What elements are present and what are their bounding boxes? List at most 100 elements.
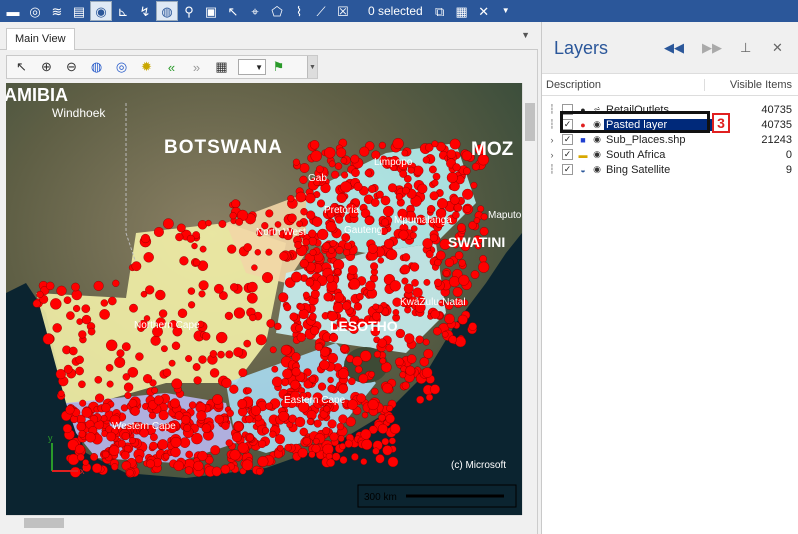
retail-point-marker[interactable] (122, 373, 131, 381)
retail-point-marker[interactable] (106, 431, 116, 442)
retail-point-marker[interactable] (473, 217, 481, 224)
retail-point-marker[interactable] (179, 256, 189, 266)
retail-point-marker[interactable] (130, 406, 140, 416)
retail-point-marker[interactable] (351, 168, 360, 177)
retail-point-marker[interactable] (75, 355, 84, 364)
retail-point-marker[interactable] (254, 249, 262, 256)
retail-point-marker[interactable] (229, 449, 241, 461)
retail-point-marker[interactable] (470, 270, 480, 279)
retail-point-marker[interactable] (317, 382, 327, 391)
layer-visibility-checkbox[interactable]: ✓ (562, 134, 573, 145)
retail-point-marker[interactable] (392, 137, 404, 150)
line-select-icon[interactable]: ⟋ (310, 1, 332, 21)
retail-point-marker[interactable] (478, 261, 490, 273)
retail-point-marker[interactable] (247, 281, 258, 293)
map-vertical-scrollbar[interactable] (522, 83, 536, 515)
retail-point-marker[interactable] (233, 307, 246, 319)
retail-point-marker[interactable] (378, 413, 386, 422)
retail-point-marker[interactable] (158, 410, 169, 421)
retail-point-marker[interactable] (299, 259, 309, 269)
retail-point-marker[interactable] (221, 421, 230, 430)
retail-point-marker[interactable] (409, 231, 417, 239)
retail-point-marker[interactable] (170, 436, 182, 448)
retail-point-marker[interactable] (455, 336, 467, 348)
retail-point-marker[interactable] (322, 426, 331, 435)
retail-point-marker[interactable] (446, 149, 457, 159)
retail-point-marker[interactable] (229, 212, 237, 220)
retail-point-marker[interactable] (274, 434, 285, 445)
retail-point-marker[interactable] (378, 141, 387, 150)
retail-point-marker[interactable] (449, 276, 461, 288)
retail-point-marker[interactable] (274, 322, 282, 331)
retail-point-marker[interactable] (72, 304, 81, 313)
retail-point-marker[interactable] (71, 282, 80, 292)
retail-point-marker[interactable] (348, 278, 361, 290)
retail-point-marker[interactable] (150, 335, 161, 346)
retail-point-marker[interactable] (282, 368, 293, 379)
retail-point-marker[interactable] (327, 352, 338, 364)
retail-point-marker[interactable] (237, 398, 248, 409)
retail-point-marker[interactable] (246, 433, 254, 442)
retail-point-marker[interactable] (257, 456, 269, 468)
retail-point-marker[interactable] (63, 296, 72, 304)
retail-point-marker[interactable] (36, 290, 44, 299)
retail-point-marker[interactable] (294, 241, 302, 249)
folder-icon[interactable]: ▬ (2, 1, 24, 21)
retail-point-marker[interactable] (410, 262, 420, 272)
layer-row-south-africa[interactable]: › ✓ ▬ ◉ South Africa 0 (542, 147, 798, 162)
retail-point-marker[interactable] (94, 375, 103, 384)
retail-point-marker[interactable] (422, 156, 430, 164)
retail-point-marker[interactable] (332, 302, 344, 314)
retail-point-marker[interactable] (57, 390, 65, 397)
retail-point-marker[interactable] (245, 387, 252, 394)
retail-point-marker[interactable] (296, 332, 306, 342)
retail-point-marker[interactable] (184, 466, 194, 475)
retail-point-marker[interactable] (209, 368, 220, 378)
retail-point-marker[interactable] (214, 414, 224, 424)
retail-point-marker[interactable] (429, 191, 439, 201)
retail-point-marker[interactable] (231, 199, 241, 209)
retail-point-marker[interactable] (69, 346, 78, 356)
retail-point-marker[interactable] (456, 223, 466, 233)
retail-point-marker[interactable] (336, 192, 347, 203)
retail-point-marker[interactable] (423, 278, 431, 286)
retail-point-marker[interactable] (421, 367, 433, 378)
retail-point-marker[interactable] (368, 184, 377, 193)
retail-point-marker[interactable] (405, 365, 416, 376)
eye-icon[interactable]: ◉ (590, 164, 604, 175)
retail-point-marker[interactable] (81, 407, 93, 418)
retail-point-marker[interactable] (381, 437, 389, 446)
clear-selection-icon[interactable]: ☒ (332, 1, 354, 21)
retail-point-marker[interactable] (315, 165, 324, 173)
retail-point-marker[interactable] (126, 469, 134, 477)
retail-point-marker[interactable] (310, 326, 320, 336)
retail-point-marker[interactable] (291, 271, 302, 283)
retail-point-marker[interactable] (289, 312, 298, 321)
retail-point-marker[interactable] (185, 355, 193, 363)
retail-point-marker[interactable] (140, 233, 151, 244)
retail-point-marker[interactable] (112, 279, 120, 287)
retail-point-marker[interactable] (377, 423, 388, 434)
tab-dropdown-icon[interactable]: ▼ (521, 30, 530, 40)
retail-point-marker[interactable] (162, 218, 174, 230)
retail-point-marker[interactable] (312, 216, 323, 227)
retail-point-marker[interactable] (399, 371, 407, 379)
retail-point-marker[interactable] (56, 285, 67, 296)
retail-point-marker[interactable] (308, 236, 318, 246)
retail-point-marker[interactable] (220, 464, 231, 474)
retail-point-marker[interactable] (388, 437, 396, 445)
retail-point-marker[interactable] (265, 209, 274, 218)
retail-point-marker[interactable] (334, 162, 343, 170)
bookmark-icon[interactable]: ⚑ (266, 57, 291, 77)
retail-point-marker[interactable] (116, 349, 125, 358)
retail-point-marker[interactable] (413, 165, 424, 176)
retail-point-marker[interactable] (361, 411, 369, 419)
close-panel-icon[interactable]: ✕ (772, 40, 783, 56)
retail-point-marker[interactable] (454, 251, 464, 260)
retail-point-marker[interactable] (322, 242, 331, 250)
retail-point-marker[interactable] (300, 207, 308, 216)
retail-point-marker[interactable] (344, 439, 353, 448)
retail-point-marker[interactable] (354, 365, 363, 374)
retail-point-marker[interactable] (361, 439, 373, 451)
retail-point-marker[interactable] (306, 210, 316, 220)
